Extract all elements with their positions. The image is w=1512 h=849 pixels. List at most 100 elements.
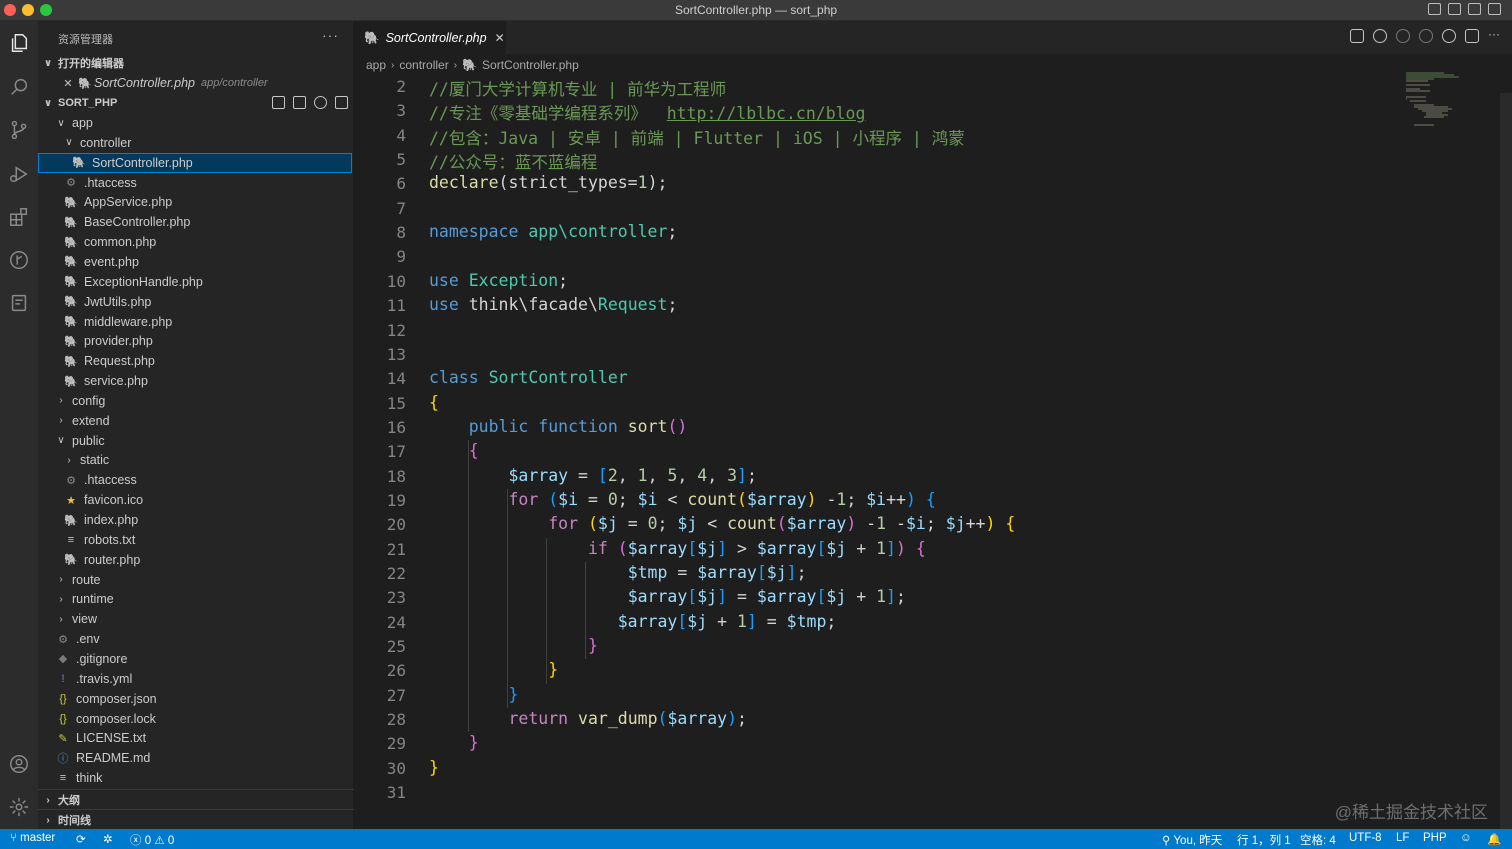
next-change-icon[interactable]	[1419, 29, 1433, 43]
tree-file-common-php[interactable]: 🐘 common.php	[38, 232, 352, 252]
tree-file-appservice-php[interactable]: 🐘 AppService.php	[38, 192, 352, 212]
refresh-icon[interactable]	[314, 96, 327, 109]
tree-file-service-php[interactable]: 🐘 service.php	[38, 371, 352, 391]
tree-file-sortcontroller-php[interactable]: 🐘 SortController.php	[38, 152, 352, 173]
code-token: +	[846, 538, 877, 558]
tree-file-readme-md[interactable]: ⓘ README.md	[38, 748, 352, 768]
settings-gear-icon[interactable]	[7, 795, 31, 819]
breadcrumb-app[interactable]: app	[366, 58, 386, 72]
notifications-bell-icon[interactable]: 🔔	[1487, 832, 1501, 846]
tree-file-robots-txt[interactable]: ≡ robots.txt	[38, 530, 352, 550]
tree-file-event-php[interactable]: 🐘 event.php	[38, 252, 352, 272]
info-file-icon: ⓘ	[57, 753, 69, 766]
encoding[interactable]: UTF-8	[1349, 832, 1382, 844]
tree-folder-static[interactable]: › static	[38, 450, 352, 470]
watermark: @稀土掘金技术社区	[1334, 803, 1488, 822]
tree-folder-controller[interactable]: ∨ controller	[38, 133, 352, 153]
close-tab-icon[interactable]: ✕	[495, 31, 505, 45]
minimap[interactable]	[1404, 71, 1464, 131]
go-back-icon[interactable]	[1373, 29, 1387, 43]
source-control-icon[interactable]	[7, 118, 31, 142]
timeline-icon[interactable]	[1442, 29, 1456, 43]
tree-file-exceptionhandle-php[interactable]: 🐘 ExceptionHandle.php	[38, 272, 352, 292]
tree-file-jwtutils-php[interactable]: 🐘 JwtUtils.php	[38, 292, 352, 312]
tree-file-htaccess[interactable]: ⚙ .htaccess	[38, 470, 352, 490]
sync-icon[interactable]: ⟳	[76, 832, 86, 846]
collapse-all-icon[interactable]	[335, 96, 348, 109]
language-mode[interactable]: PHP	[1423, 832, 1447, 844]
open-editors-header[interactable]: ∨ 打开的编辑器	[38, 53, 354, 73]
blame-indicator[interactable]: ⚲ You, 昨天	[1162, 832, 1222, 848]
tree-file-composer-json[interactable]: {} composer.json	[38, 689, 352, 709]
tree-file-composer-lock[interactable]: {} composer.lock	[38, 709, 352, 729]
indentation[interactable]: 空格: 4	[1300, 832, 1336, 848]
tree-item-label: config	[72, 393, 106, 408]
tree-file-travis-yml[interactable]: ! .travis.yml	[38, 669, 352, 689]
tree-file-htaccess[interactable]: ⚙ .htaccess	[38, 173, 352, 193]
tree-file-basecontroller-php[interactable]: 🐘 BaseController.php	[38, 212, 352, 232]
code-line: //厦门大学计算机专业 | 前华为工程师	[429, 76, 726, 100]
vertical-scrollbar[interactable]	[1500, 93, 1512, 829]
close-icon[interactable]: ✕	[60, 77, 76, 90]
tree-file-favicon-ico[interactable]: ★ favicon.ico	[38, 490, 352, 510]
split-editor-icon[interactable]	[1465, 29, 1479, 43]
remote-explorer-icon[interactable]	[7, 291, 31, 315]
tree-file-license-txt[interactable]: ✎ LICENSE.txt	[38, 728, 352, 748]
customize-layout-icon[interactable]	[1488, 3, 1501, 15]
tree-folder-view[interactable]: › view	[38, 609, 352, 629]
tree-file-think[interactable]: ≡ think	[38, 768, 352, 788]
search-icon[interactable]	[7, 75, 31, 99]
previous-change-icon[interactable]	[1396, 29, 1410, 43]
code-token: app\controller	[528, 222, 668, 242]
tree-file-gitignore[interactable]: ◆ .gitignore	[38, 649, 352, 669]
tree-file-env[interactable]: ⚙ .env	[38, 629, 352, 649]
tree-folder-route[interactable]: › route	[38, 570, 352, 590]
breadcrumb-controller[interactable]: controller	[399, 58, 448, 72]
open-editor-item[interactable]: ✕ 🐘 SortController.php app/controller	[38, 73, 352, 93]
tree-folder-app[interactable]: ∨ app	[38, 113, 352, 133]
extensions-icon[interactable]	[7, 205, 31, 229]
tree-item-label: index.php	[84, 513, 139, 527]
cursor-position[interactable]: 行 1，列 1	[1237, 832, 1291, 848]
toggle-secondary-sidebar-icon[interactable]	[1468, 3, 1481, 15]
more-actions-icon[interactable]: ···	[1488, 28, 1502, 43]
tree-file-request-php[interactable]: 🐘 Request.php	[38, 351, 352, 371]
end-of-line[interactable]: LF	[1396, 832, 1409, 844]
tree-file-index-php[interactable]: 🐘 index.php	[38, 510, 352, 530]
project-header[interactable]: ∨ SORT_PHP	[38, 93, 354, 113]
feedback-icon[interactable]: ☺	[1460, 832, 1472, 844]
tree-file-provider-php[interactable]: 🐘 provider.php	[38, 331, 352, 351]
open-changes-icon[interactable]	[1350, 29, 1364, 43]
problems-indicator[interactable]: ⓧ 0 ⚠ 0	[130, 832, 174, 848]
explorer-icon[interactable]	[7, 31, 31, 55]
tab-sortcontroller[interactable]: 🐘 SortController.php ✕	[354, 21, 506, 54]
tree-item-label: extend	[72, 413, 110, 428]
tree-folder-extend[interactable]: › extend	[38, 411, 352, 431]
more-actions-icon[interactable]: ···	[322, 27, 339, 43]
code-token: =	[578, 489, 608, 509]
tree-folder-public[interactable]: ∨ public	[38, 431, 352, 451]
tree-file-middleware-php[interactable]: 🐘 middleware.php	[38, 312, 352, 332]
tree-file-router-php[interactable]: 🐘 router.php	[38, 550, 352, 570]
git-graph-status-icon[interactable]: ✲	[103, 832, 113, 846]
code-token: ]	[737, 465, 747, 485]
toggle-panel-icon[interactable]	[1448, 3, 1461, 15]
outline-header[interactable]: › 大纲	[38, 790, 354, 810]
timeline-header[interactable]: › 时间线	[38, 810, 354, 830]
php-file-icon: 🐘	[64, 196, 78, 209]
git-graph-icon[interactable]	[7, 248, 31, 272]
new-folder-icon[interactable]	[293, 96, 306, 109]
new-file-icon[interactable]	[272, 96, 285, 109]
open-editor-filename: SortController.php	[94, 76, 195, 90]
branch-indicator[interactable]: ⑂ master	[10, 832, 55, 844]
tree-folder-runtime[interactable]: › runtime	[38, 589, 352, 609]
tree-folder-config[interactable]: › config	[38, 391, 352, 411]
run-debug-icon[interactable]	[7, 162, 31, 186]
breadcrumb-file[interactable]: SortController.php	[482, 58, 579, 72]
account-icon[interactable]	[7, 752, 31, 776]
toggle-primary-sidebar-icon[interactable]	[1428, 3, 1441, 15]
